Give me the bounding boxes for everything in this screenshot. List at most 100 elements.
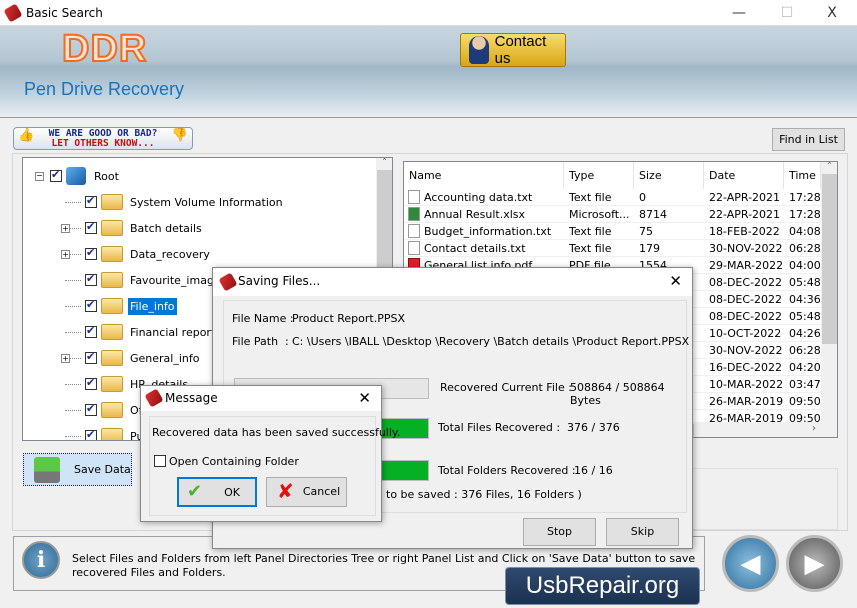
expand-icon[interactable]: + bbox=[61, 353, 70, 363]
list-cell: Text file bbox=[569, 240, 633, 257]
save-data-button[interactable]: Save Data bbox=[23, 453, 132, 486]
checkmark-icon: ✔ bbox=[187, 481, 203, 502]
tree-item[interactable]: + Batch details bbox=[61, 218, 204, 238]
maximize-button[interactable]: ☐ bbox=[772, 3, 802, 23]
column-header[interactable]: Time bbox=[784, 162, 821, 189]
list-cell: Accounting data.txt bbox=[408, 189, 562, 206]
cell-time: 17:28 bbox=[789, 191, 820, 204]
tree-item-checkbox[interactable] bbox=[85, 272, 97, 286]
folder-icon bbox=[101, 194, 123, 210]
file-path-value: C: \Users \IBALL \Desktop \Recovery \Bat… bbox=[292, 335, 690, 348]
list-row[interactable]: Annual Result.xlsx Microsoft... 8714 22-APR… bbox=[404, 206, 821, 223]
skip-button[interactable]: Skip bbox=[606, 518, 679, 546]
tree-item[interactable]: System Volume Information bbox=[65, 192, 285, 212]
cell-type: Text file bbox=[569, 225, 612, 238]
close-button[interactable]: X bbox=[817, 3, 847, 23]
dialog-title-bar: Message ✕ bbox=[141, 386, 381, 411]
folders-value: 16 / 16 bbox=[574, 464, 613, 477]
brand-badge: UsbRepair.org bbox=[505, 567, 700, 605]
list-cell: 05:48 bbox=[789, 274, 820, 291]
tree-item-checkbox[interactable] bbox=[85, 402, 97, 416]
minimize-button[interactable]: — bbox=[724, 3, 754, 23]
tree-item[interactable]: File_info bbox=[65, 296, 177, 316]
tree-item-label: System Volume Information bbox=[130, 195, 283, 209]
list-cell: 03:47 bbox=[789, 376, 820, 393]
folder-icon bbox=[101, 220, 123, 236]
list-cell: 29-MAR-2022 bbox=[709, 257, 783, 274]
column-header[interactable]: Size bbox=[634, 162, 704, 189]
cell-time: 04:00 bbox=[789, 259, 820, 272]
tree-item[interactable]: + General_info bbox=[61, 348, 201, 368]
contact-us-button[interactable]: Contact us bbox=[460, 33, 566, 67]
dialog-title-bar: Saving Files... ✕ bbox=[213, 268, 692, 296]
tree-item-checkbox[interactable] bbox=[85, 298, 97, 312]
open-folder-checkbox[interactable] bbox=[154, 455, 166, 467]
expand-icon[interactable]: + bbox=[61, 223, 70, 233]
scroll-right-icon[interactable]: › bbox=[812, 423, 816, 434]
find-in-list-button[interactable]: Find in List bbox=[772, 128, 845, 151]
list-row[interactable]: Contact details.txt Text file 179 30-NOV-20… bbox=[404, 240, 821, 257]
close-button[interactable]: ✕ bbox=[358, 389, 371, 407]
list-cell: Annual Result.xlsx bbox=[408, 206, 562, 223]
tree-item[interactable]: Off bbox=[65, 400, 148, 420]
folder-icon bbox=[101, 298, 123, 314]
feedback-button[interactable]: 👍 WE ARE GOOD OR BAD? LET OTHERS KNOW...… bbox=[13, 127, 193, 150]
list-cell: Text file bbox=[569, 189, 633, 206]
x-icon: ✘ bbox=[277, 479, 294, 503]
column-header[interactable]: Date bbox=[704, 162, 784, 189]
cell-time: 04:08 bbox=[789, 225, 820, 238]
cell-date: 29-MAR-2022 bbox=[709, 259, 783, 272]
cell-time: 03:47 bbox=[789, 378, 820, 391]
list-cell: 08-DEC-2022 bbox=[709, 274, 783, 291]
column-header[interactable]: Name bbox=[404, 162, 564, 189]
scroll-up-icon[interactable]: ˄ bbox=[821, 162, 837, 172]
tree-item-label: File_info bbox=[128, 297, 177, 315]
tree-item[interactable]: Pur bbox=[65, 426, 150, 440]
tree-item-checkbox[interactable] bbox=[85, 428, 97, 440]
collapse-icon[interactable]: − bbox=[35, 171, 44, 181]
tree-root[interactable]: − Root bbox=[35, 166, 119, 186]
ok-label: OK bbox=[224, 486, 240, 499]
cell-date: 22-APR-2021 bbox=[709, 191, 781, 204]
stop-button[interactable]: Stop bbox=[523, 518, 596, 546]
tree-item[interactable]: Favourite_images bbox=[65, 270, 228, 290]
next-button[interactable]: ▶ bbox=[786, 535, 843, 592]
list-cell: 06:28 bbox=[789, 342, 820, 359]
list-cell: 05:48 bbox=[789, 308, 820, 325]
close-button[interactable]: ✕ bbox=[669, 272, 682, 290]
list-vscrollbar[interactable]: ˄ bbox=[821, 162, 837, 422]
back-button[interactable]: ◀ bbox=[722, 535, 779, 592]
cancel-button[interactable]: ✘ Cancel bbox=[266, 477, 347, 507]
file-name-label: File Name : bbox=[232, 312, 294, 325]
cell-date: 30-NOV-2022 bbox=[709, 242, 783, 255]
list-row[interactable]: Budget_information.txt Text file 75 18-FEB-… bbox=[404, 223, 821, 240]
list-cell: 22-APR-2021 bbox=[709, 206, 783, 223]
cell-type: Text file bbox=[569, 242, 612, 255]
open-folder-label: Open Containing Folder bbox=[169, 455, 299, 468]
list-cell: 0 bbox=[639, 189, 703, 206]
scroll-thumb[interactable] bbox=[822, 174, 837, 344]
list-cell: 30-NOV-2022 bbox=[709, 342, 783, 359]
tree-item-checkbox[interactable] bbox=[85, 194, 97, 208]
scroll-up-icon[interactable]: ˄ bbox=[376, 158, 392, 168]
folder-icon bbox=[101, 350, 123, 366]
text-file-icon bbox=[408, 224, 420, 238]
tree-item[interactable]: Financial report bbox=[65, 322, 217, 342]
column-header[interactable]: Type bbox=[564, 162, 634, 189]
list-cell: 26-MAR-2019 bbox=[709, 393, 783, 410]
cell-name: Accounting data.txt bbox=[424, 191, 533, 204]
tree-item[interactable]: + Data_recovery bbox=[61, 244, 212, 264]
list-cell: 22-APR-2021 bbox=[709, 189, 783, 206]
tree-item-checkbox[interactable] bbox=[85, 376, 97, 390]
tree-root-label: Root bbox=[94, 169, 119, 183]
expand-icon[interactable]: + bbox=[61, 249, 70, 259]
ok-button[interactable]: ✔ OK bbox=[177, 477, 257, 507]
root-checkbox[interactable] bbox=[50, 168, 62, 182]
tree-item-checkbox[interactable] bbox=[85, 220, 97, 234]
tree-item-checkbox[interactable] bbox=[85, 350, 97, 364]
tree-item-label: Financial report bbox=[130, 325, 216, 339]
cell-time: 06:28 bbox=[789, 242, 820, 255]
tree-item-checkbox[interactable] bbox=[85, 324, 97, 338]
tree-item-checkbox[interactable] bbox=[85, 246, 97, 260]
list-row[interactable]: Accounting data.txt Text file 0 22-APR-2021… bbox=[404, 189, 821, 206]
